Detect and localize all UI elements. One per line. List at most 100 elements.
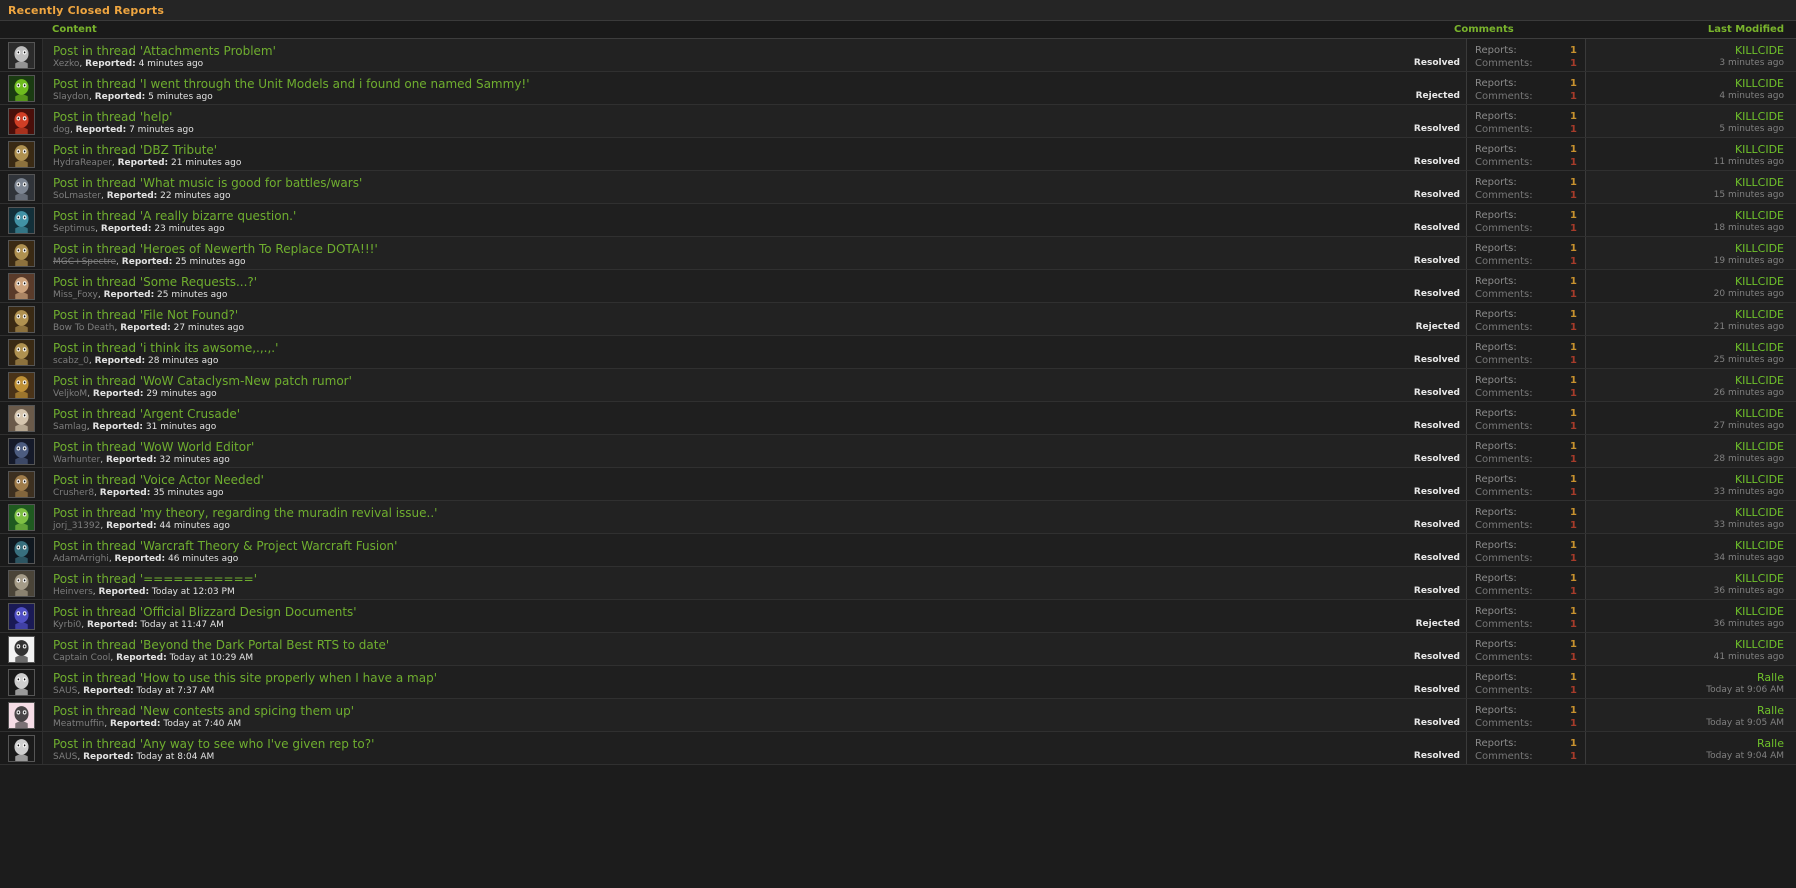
report-title-link[interactable]: Post in thread 'help' [53, 110, 1340, 124]
last-modified-username[interactable]: KILLCIDE [1735, 242, 1784, 255]
reporter-username[interactable]: AdamArrighi [53, 554, 109, 564]
reporter-username[interactable]: Heinvers [53, 587, 93, 597]
last-modified-username[interactable]: KILLCIDE [1735, 341, 1784, 354]
last-modified-username[interactable]: KILLCIDE [1735, 176, 1784, 189]
column-header-comments[interactable]: Comments [1444, 24, 1574, 35]
last-modified-username[interactable]: KILLCIDE [1735, 473, 1784, 486]
table-row[interactable]: Post in thread 'Attachments Problem' Xezk… [0, 39, 1796, 72]
table-row[interactable]: Post in thread 'What music is good for b… [0, 171, 1796, 204]
last-modified-username[interactable]: KILLCIDE [1735, 374, 1784, 387]
report-title-link[interactable]: Post in thread 'WoW World Editor' [53, 440, 1340, 454]
report-title-link[interactable]: Post in thread 'File Not Found?' [53, 308, 1340, 322]
avatar-scabz[interactable] [7, 338, 35, 366]
table-row[interactable]: Post in thread '===========' Heinvers, Re… [0, 567, 1796, 600]
table-row[interactable]: Post in thread 'Official Blizzard Design… [0, 600, 1796, 633]
last-modified-username[interactable]: KILLCIDE [1735, 572, 1784, 585]
table-row[interactable]: Post in thread 'WoW Cataclysm-New patch … [0, 369, 1796, 402]
last-modified-username[interactable]: KILLCIDE [1735, 209, 1784, 222]
report-title-link[interactable]: Post in thread 'my theory, regarding the… [53, 506, 1340, 520]
last-modified-username[interactable]: KILLCIDE [1735, 143, 1784, 156]
report-title-link[interactable]: Post in thread '===========' [53, 572, 1340, 586]
table-row[interactable]: Post in thread 'my theory, regarding the… [0, 501, 1796, 534]
report-title-link[interactable]: Post in thread 'A really bizarre questio… [53, 209, 1340, 223]
table-row[interactable]: Post in thread 'How to use this site pro… [0, 666, 1796, 699]
avatar-solmaster[interactable] [7, 173, 35, 201]
reporter-username[interactable]: Crusher8 [53, 488, 94, 498]
table-row[interactable]: Post in thread 'Heroes of Newerth To Rep… [0, 237, 1796, 270]
reporter-username[interactable]: Warhunter [53, 455, 100, 465]
last-modified-username[interactable]: KILLCIDE [1735, 407, 1784, 420]
reporter-username[interactable]: SAUS [53, 686, 77, 696]
avatar-warhunter[interactable] [7, 437, 35, 465]
report-title-link[interactable]: Post in thread 'i think its awsome,.,.,.… [53, 341, 1340, 355]
reporter-username[interactable]: jorj_31392 [53, 521, 100, 531]
report-title-link[interactable]: Post in thread 'Beyond the Dark Portal B… [53, 638, 1340, 652]
avatar-mgcspectre[interactable] [7, 239, 35, 267]
table-row[interactable]: Post in thread 'DBZ Tribute' HydraReaper,… [0, 138, 1796, 171]
table-row[interactable]: Post in thread 'I went through the Unit … [0, 72, 1796, 105]
column-header-content[interactable]: Content [42, 24, 1444, 35]
avatar-meatmuffin[interactable] [7, 701, 35, 729]
avatar-heinvers[interactable] [7, 569, 35, 597]
report-title-link[interactable]: Post in thread 'Official Blizzard Design… [53, 605, 1340, 619]
last-modified-username[interactable]: KILLCIDE [1735, 638, 1784, 651]
avatar-veljkom[interactable] [7, 371, 35, 399]
last-modified-username[interactable]: KILLCIDE [1735, 605, 1784, 618]
report-title-link[interactable]: Post in thread 'Heroes of Newerth To Rep… [53, 242, 1340, 256]
table-row[interactable]: Post in thread 'Voice Actor Needed' Crush… [0, 468, 1796, 501]
last-modified-username[interactable]: KILLCIDE [1735, 440, 1784, 453]
avatar-missfoxy[interactable] [7, 272, 35, 300]
avatar-hydrareaper[interactable] [7, 140, 35, 168]
report-title-link[interactable]: Post in thread 'Any way to see who I've … [53, 737, 1340, 751]
reporter-username[interactable]: Slaydon [53, 92, 89, 102]
reporter-username[interactable]: scabz_0 [53, 356, 89, 366]
report-title-link[interactable]: Post in thread 'Voice Actor Needed' [53, 473, 1340, 487]
last-modified-username[interactable]: KILLCIDE [1735, 275, 1784, 288]
avatar-saus2[interactable] [7, 734, 35, 762]
last-modified-username[interactable]: KILLCIDE [1735, 77, 1784, 90]
avatar-adamarrighi[interactable] [7, 536, 35, 564]
table-row[interactable]: Post in thread 'File Not Found?' Bow To D… [0, 303, 1796, 336]
reporter-username[interactable]: HydraReaper [53, 158, 112, 168]
reporter-username[interactable]: MGC+Spectre [53, 257, 116, 267]
reporter-username[interactable]: Septimus [53, 224, 95, 234]
last-modified-username[interactable]: Ralle [1757, 671, 1784, 684]
reporter-username[interactable]: Meatmuffin [53, 719, 104, 729]
table-row[interactable]: Post in thread 'Beyond the Dark Portal B… [0, 633, 1796, 666]
avatar-saus[interactable] [7, 668, 35, 696]
table-row[interactable]: Post in thread 'A really bizarre questio… [0, 204, 1796, 237]
report-title-link[interactable]: Post in thread 'DBZ Tribute' [53, 143, 1340, 157]
table-row[interactable]: Post in thread 'Warcraft Theory & Projec… [0, 534, 1796, 567]
reporter-username[interactable]: dog [53, 125, 70, 135]
avatar-dog[interactable] [7, 107, 35, 135]
report-title-link[interactable]: Post in thread 'WoW Cataclysm-New patch … [53, 374, 1340, 388]
last-modified-username[interactable]: Ralle [1757, 704, 1784, 717]
avatar-kyrbi0[interactable] [7, 602, 35, 630]
table-row[interactable]: Post in thread 'Any way to see who I've … [0, 732, 1796, 765]
avatar-slaydon[interactable] [7, 74, 35, 102]
report-title-link[interactable]: Post in thread 'I went through the Unit … [53, 77, 1340, 91]
reporter-username[interactable]: Captain Cool [53, 653, 110, 663]
report-title-link[interactable]: Post in thread 'New contests and spicing… [53, 704, 1340, 718]
last-modified-username[interactable]: KILLCIDE [1735, 110, 1784, 123]
report-title-link[interactable]: Post in thread 'Attachments Problem' [53, 44, 1340, 58]
avatar-jorj[interactable] [7, 503, 35, 531]
reporter-username[interactable]: Bow To Death [53, 323, 114, 333]
reporter-username[interactable]: SoLmaster [53, 191, 101, 201]
table-row[interactable]: Post in thread 'help' dog, Reported: 7 mi… [0, 105, 1796, 138]
table-row[interactable]: Post in thread 'New contests and spicing… [0, 699, 1796, 732]
avatar-captaincool[interactable] [7, 635, 35, 663]
table-row[interactable]: Post in thread 'i think its awsome,.,.,.… [0, 336, 1796, 369]
reporter-username[interactable]: Miss_Foxy [53, 290, 98, 300]
avatar-septimus[interactable] [7, 206, 35, 234]
report-title-link[interactable]: Post in thread 'What music is good for b… [53, 176, 1340, 190]
reporter-username[interactable]: Kyrbi0 [53, 620, 81, 630]
report-title-link[interactable]: Post in thread 'Argent Crusade' [53, 407, 1340, 421]
avatar-crusher8[interactable] [7, 470, 35, 498]
column-header-last-modified[interactable]: Last Modified [1574, 24, 1796, 35]
avatar-xezko[interactable] [7, 41, 35, 69]
last-modified-username[interactable]: Ralle [1757, 737, 1784, 750]
report-title-link[interactable]: Post in thread 'Some Requests...?' [53, 275, 1340, 289]
report-title-link[interactable]: Post in thread 'Warcraft Theory & Projec… [53, 539, 1340, 553]
table-row[interactable]: Post in thread 'Argent Crusade' Samlag, R… [0, 402, 1796, 435]
